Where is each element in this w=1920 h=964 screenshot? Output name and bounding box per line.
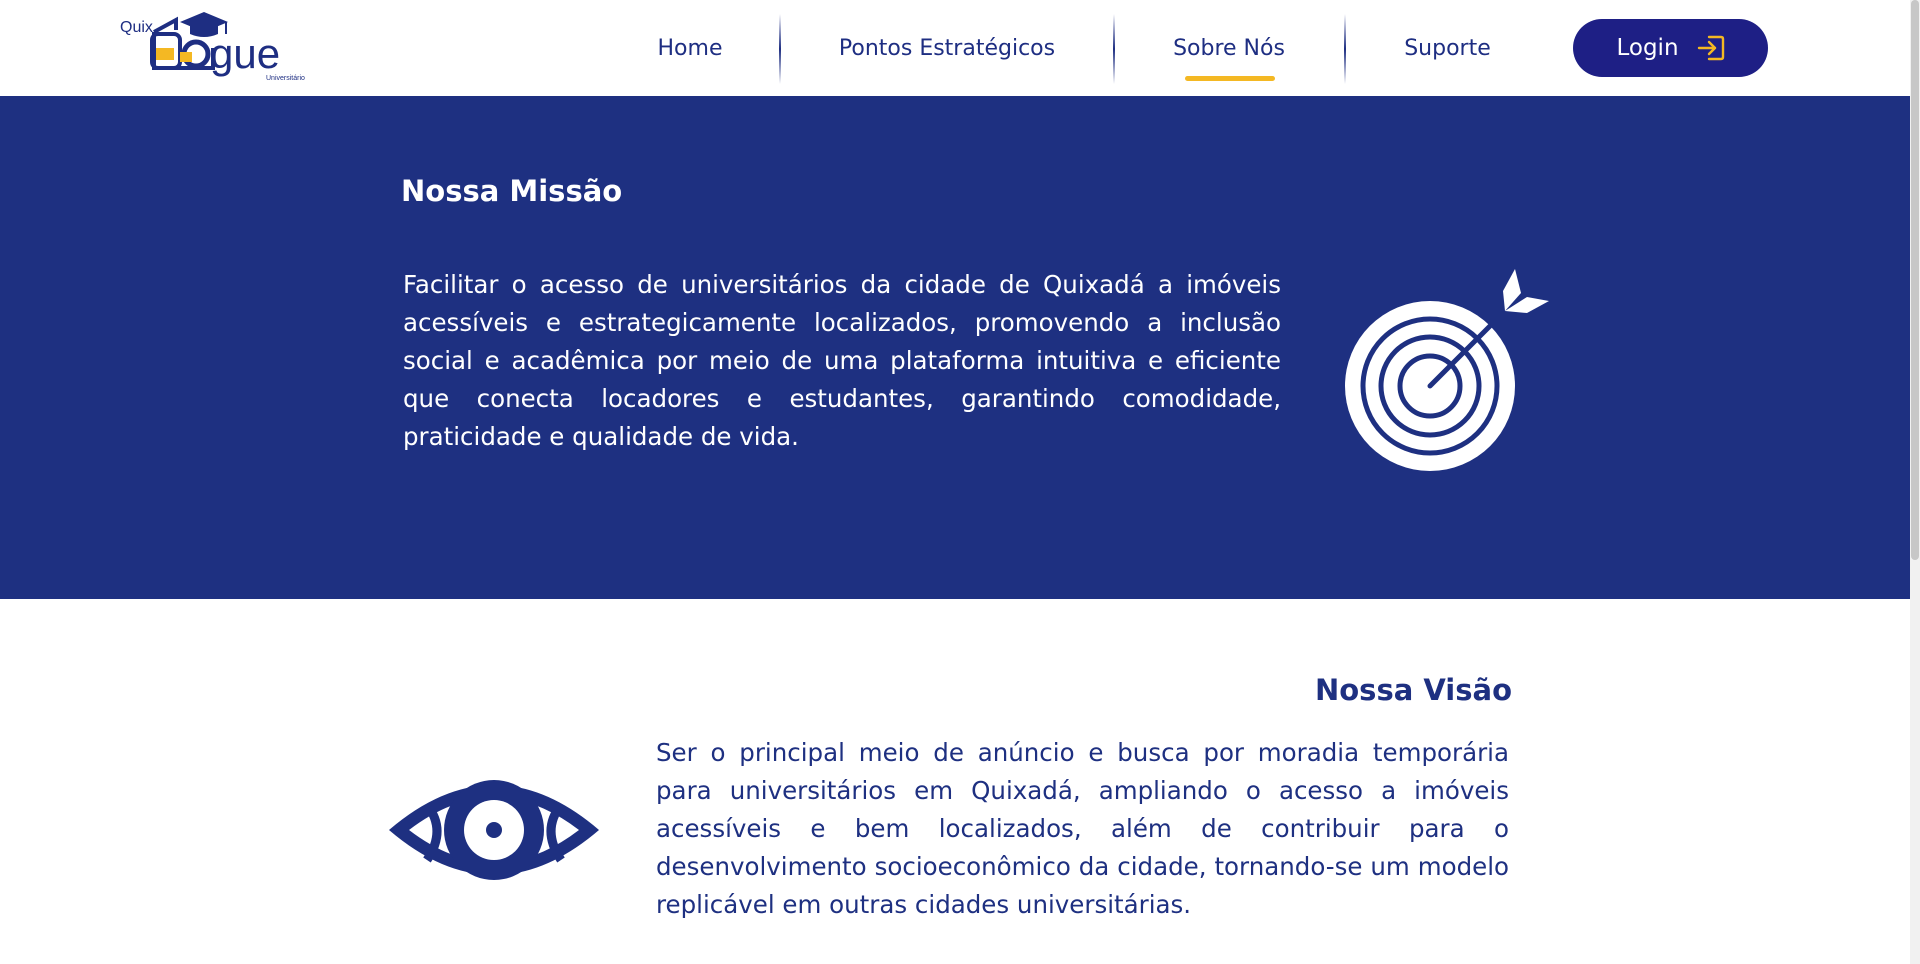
- login-button[interactable]: Login: [1573, 19, 1768, 77]
- mission-title: Nossa Missão: [401, 174, 623, 208]
- nav-item-label: Sobre Nós: [1173, 35, 1285, 61]
- vision-title: Nossa Visão: [1314, 673, 1512, 707]
- nav-item-sobre-nos[interactable]: Sobre Nós: [1114, 0, 1344, 96]
- nav-item-suporte[interactable]: Suporte: [1345, 0, 1550, 96]
- nav-item-home[interactable]: Home: [620, 0, 760, 96]
- login-arrow-icon: [1697, 35, 1725, 61]
- eye-icon: [387, 765, 601, 895]
- target-icon: [1345, 261, 1560, 471]
- vision-text: Ser o principal meio de anúncio e busca …: [656, 738, 1509, 919]
- scrollbar-thumb[interactable]: [1911, 0, 1919, 560]
- login-label: Login: [1616, 35, 1679, 61]
- page-scrollbar[interactable]: [1910, 0, 1920, 964]
- nav-item-label: Home: [657, 35, 723, 61]
- site-header: Quix gue Universitário Home Pontos Estra…: [0, 0, 1910, 96]
- mission-section: Nossa Missão Facilitar o acesso de unive…: [0, 96, 1910, 599]
- active-nav-indicator: [1185, 76, 1275, 81]
- mission-text: Facilitar o acesso de universitários da …: [403, 270, 1281, 451]
- nav-item-pontos-estrategicos[interactable]: Pontos Estratégicos: [780, 0, 1114, 96]
- nav-item-label: Suporte: [1404, 35, 1491, 61]
- nav-item-label: Pontos Estratégicos: [838, 35, 1056, 61]
